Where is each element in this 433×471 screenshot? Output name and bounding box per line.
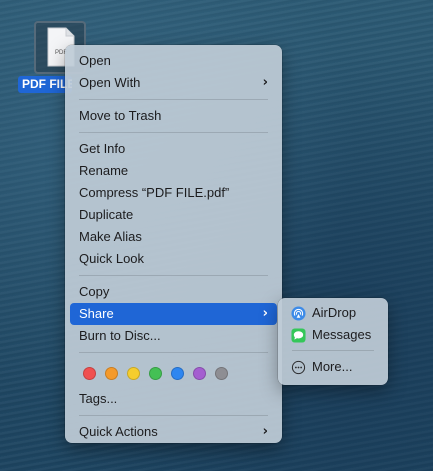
- tag-dot-green[interactable]: [149, 366, 162, 380]
- menu-item-share[interactable]: Share ›: [70, 303, 277, 325]
- menu-separator: [79, 415, 268, 416]
- menu-item-duplicate[interactable]: Duplicate: [70, 204, 277, 226]
- menu-item-get-info[interactable]: Get Info: [70, 138, 277, 160]
- menu-item-copy[interactable]: Copy: [70, 281, 277, 303]
- menu-separator: [79, 275, 268, 276]
- share-item-label: Messages: [312, 327, 372, 342]
- share-item-more[interactable]: More...: [283, 356, 383, 378]
- menu-item-label: Make Alias: [79, 229, 142, 244]
- tag-dot-orange[interactable]: [105, 366, 118, 380]
- context-menu: Open Open With › Move to Trash Get Info R…: [65, 45, 282, 443]
- menu-item-label: Tags...: [79, 391, 118, 406]
- share-submenu: AirDrop Messages More...: [278, 298, 388, 385]
- menu-item-label: Get Info: [79, 141, 126, 156]
- tag-dot-gray[interactable]: [215, 366, 228, 380]
- tag-dot-purple[interactable]: [193, 366, 206, 380]
- menu-item-label: Open With: [79, 75, 141, 90]
- menu-item-label: Quick Actions: [79, 424, 158, 439]
- chevron-right-icon: ›: [262, 306, 268, 321]
- menu-item-label: Rename: [79, 163, 129, 178]
- menu-item-open-with[interactable]: Open With ›: [70, 72, 277, 94]
- menu-separator: [79, 132, 268, 133]
- menu-item-compress[interactable]: Compress “PDF FILE.pdf”: [70, 182, 277, 204]
- file-name-label[interactable]: PDF FILE.pdf: [18, 76, 72, 93]
- menu-item-burn-to-disc[interactable]: Burn to Disc...: [70, 325, 277, 347]
- menu-item-label: Share: [79, 306, 114, 321]
- more-icon: [291, 360, 306, 374]
- menu-item-label: Open: [79, 53, 111, 68]
- menu-item-move-to-trash[interactable]: Move to Trash: [70, 105, 277, 127]
- share-item-messages[interactable]: Messages: [283, 324, 383, 346]
- menu-item-label: Copy: [79, 284, 110, 299]
- messages-icon: [291, 327, 306, 343]
- menu-item-make-alias[interactable]: Make Alias: [70, 226, 277, 248]
- menu-item-label: Compress “PDF FILE.pdf”: [79, 185, 230, 200]
- tag-dot-yellow[interactable]: [127, 366, 140, 380]
- menu-item-rename[interactable]: Rename: [70, 160, 277, 182]
- tag-dot-blue[interactable]: [171, 366, 184, 380]
- menu-item-label: Duplicate: [79, 207, 134, 222]
- airdrop-icon: [291, 305, 306, 321]
- share-item-label: More...: [312, 359, 353, 374]
- submenu-separator: [292, 350, 374, 351]
- chevron-right-icon: ›: [262, 75, 268, 90]
- chevron-right-icon: ›: [262, 424, 268, 439]
- tag-color-row: [70, 358, 277, 388]
- menu-item-quick-actions[interactable]: Quick Actions ›: [70, 421, 277, 443]
- menu-separator: [79, 99, 268, 100]
- menu-item-open[interactable]: Open: [70, 50, 277, 72]
- menu-item-label: Move to Trash: [79, 108, 162, 123]
- share-item-airdrop[interactable]: AirDrop: [283, 302, 383, 324]
- tag-dot-red[interactable]: [83, 366, 96, 380]
- menu-separator: [79, 352, 268, 353]
- menu-item-label: Burn to Disc...: [79, 328, 161, 343]
- menu-item-tags[interactable]: Tags...: [70, 388, 277, 410]
- share-item-label: AirDrop: [312, 305, 357, 320]
- menu-item-label: Quick Look: [79, 251, 145, 266]
- menu-item-quick-look[interactable]: Quick Look: [70, 248, 277, 270]
